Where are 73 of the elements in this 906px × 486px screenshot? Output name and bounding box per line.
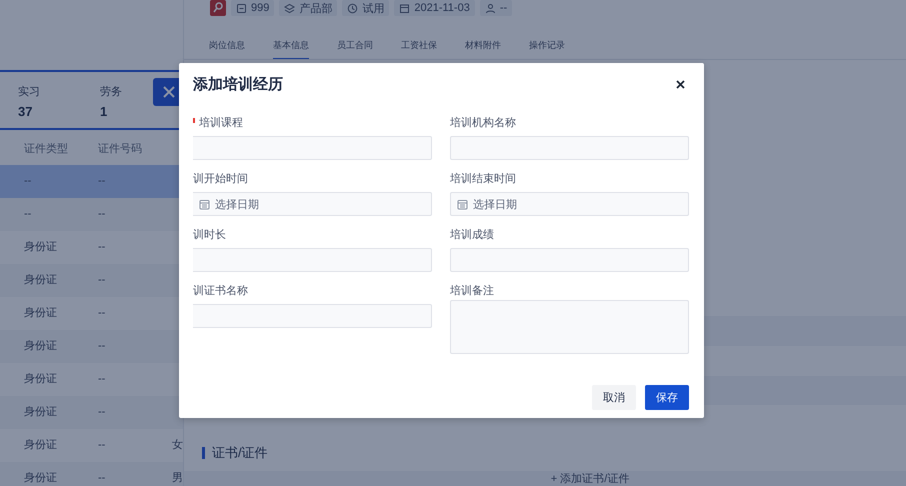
field-label: 训时长	[193, 228, 226, 242]
column-header: 证件号码	[98, 144, 143, 155]
table-cell: 女	[172, 440, 183, 451]
table-row[interactable]: 身份证 --	[0, 396, 183, 429]
tab[interactable]: 基本信息	[273, 34, 309, 59]
table-cell-text: 身份证	[24, 473, 58, 484]
info-tag: --	[480, 0, 512, 16]
add-certificate-button[interactable]: + 添加证书/证件	[184, 470, 906, 486]
save-button[interactable]: 保存	[645, 385, 689, 410]
info-tag: 999	[231, 0, 274, 16]
tab[interactable]: 材料附件	[465, 34, 501, 59]
column-header: 证件类型	[24, 144, 69, 155]
status-icon	[347, 2, 358, 14]
table-cell-text: --	[98, 209, 106, 220]
field-label: 培训备注	[450, 284, 494, 298]
table-cell-text: 身份证	[24, 440, 58, 451]
section-marker	[202, 447, 205, 460]
section-title: 证书/证件	[212, 444, 268, 462]
info-tag: 2021-11-03	[394, 0, 475, 16]
table-cell-text: --	[98, 308, 106, 319]
table-cell-text: --	[98, 275, 106, 286]
date-icon	[399, 2, 410, 14]
input-field[interactable]	[193, 248, 432, 272]
number-icon	[236, 2, 247, 14]
field-label: 培训课程	[193, 114, 243, 130]
table-cell-text: 身份证	[24, 275, 58, 286]
tab[interactable]: 岗位信息	[209, 34, 245, 59]
field-label: 培训机构名称	[450, 116, 516, 130]
table-cell-text: --	[98, 341, 106, 352]
table-cell-text: 身份证	[24, 374, 58, 385]
field-label: 培训成绩	[450, 228, 494, 242]
table-cell-text: 身份证	[24, 407, 58, 418]
table-cell-text: 身份证	[24, 308, 58, 319]
input-field[interactable]	[450, 136, 689, 160]
field-label: 训开始时间	[193, 172, 248, 186]
date-field[interactable]: 选择日期	[450, 192, 689, 216]
table-row[interactable]: 身份证 -- 男	[0, 462, 183, 486]
stat-value: 1	[100, 104, 108, 118]
dialog-title: 添加培训经历	[193, 74, 283, 94]
close-icon	[162, 85, 176, 99]
text-area[interactable]	[450, 300, 689, 354]
table-cell-text: --	[98, 473, 106, 484]
close-button[interactable]	[674, 78, 687, 90]
department-icon	[284, 2, 296, 14]
tab[interactable]: 工资社保	[401, 34, 437, 59]
table-cell: 男	[172, 473, 183, 484]
input-field[interactable]	[193, 136, 432, 160]
table-cell-text: --	[24, 209, 32, 220]
stat-value: 37	[18, 104, 32, 118]
table-cell-text: --	[24, 176, 32, 187]
cancel-button[interactable]: 取消	[592, 385, 636, 410]
tab[interactable]: 员工合同	[337, 34, 373, 59]
table-cell-text: --	[98, 374, 106, 385]
calendar-icon	[199, 198, 210, 210]
tab[interactable]: 操作记录	[529, 34, 565, 59]
table-cell-text: 身份证	[24, 242, 58, 253]
input-field[interactable]	[193, 304, 432, 328]
table-cell-text: --	[98, 242, 106, 253]
stat-label: 劳务	[100, 84, 122, 98]
field-label: 训证书名称	[193, 284, 248, 298]
field-label: 培训结束时间	[450, 172, 516, 186]
close-icon	[676, 80, 685, 88]
info-tag: 产品部	[279, 0, 338, 16]
table-cell-text: 身份证	[24, 341, 58, 352]
input-field[interactable]	[450, 248, 689, 272]
person-icon	[484, 2, 496, 14]
table-cell-text: --	[98, 176, 106, 187]
table-cell-text: --	[98, 440, 106, 451]
stat-label: 实习	[18, 84, 40, 98]
table-cell-text: --	[98, 407, 106, 418]
calendar-icon	[457, 198, 468, 210]
date-field[interactable]: 选择日期	[193, 192, 432, 216]
info-tag: 试用	[342, 0, 390, 16]
